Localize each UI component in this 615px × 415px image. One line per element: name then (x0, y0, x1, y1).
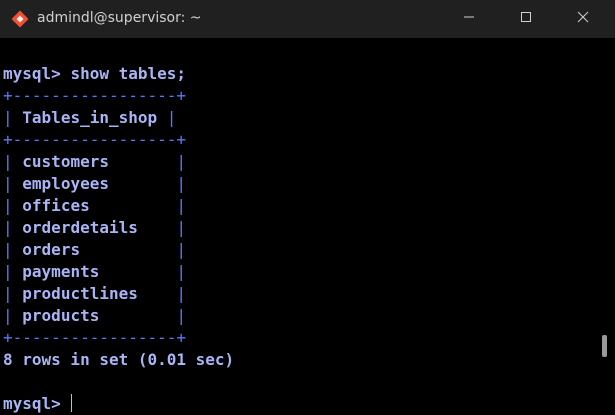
table-row: | employees | (3, 174, 187, 193)
input-line[interactable]: mysql> (3, 393, 73, 415)
table-row: | products | (3, 306, 187, 325)
title-bar[interactable]: admindl@supervisor: ~ (0, 0, 615, 38)
scrollbar-thumb[interactable] (602, 335, 607, 357)
git-bash-icon (11, 10, 29, 28)
table-row: | customers | (3, 152, 187, 171)
minimize-icon (463, 10, 475, 28)
maximize-button[interactable] (503, 0, 549, 38)
table-header-row: | Tables_in_shop | (3, 108, 177, 127)
result-summary: 8 rows in set (0.01 sec) (3, 350, 235, 369)
close-button[interactable] (560, 0, 606, 38)
table-row: | offices | (3, 196, 187, 215)
table-border-bottom: +-----------------+ (3, 328, 187, 347)
text-cursor (71, 394, 73, 412)
table-row: | orders | (3, 240, 187, 259)
window-title: admindl@supervisor: ~ (37, 10, 202, 26)
prompt: mysql> (3, 64, 61, 83)
terminal-window: admindl@supervisor: ~ mysql> show tables… (0, 0, 615, 415)
table-border-top: +-----------------+ (3, 86, 187, 105)
table-header: Tables_in_shop (22, 108, 158, 127)
prompt: mysql> (3, 394, 61, 413)
close-icon (577, 10, 589, 28)
table-border-mid: +-----------------+ (3, 130, 187, 149)
table-row: | payments | (3, 262, 187, 281)
command-text: show tables; (70, 64, 187, 83)
table-row: | productlines | (3, 284, 187, 303)
maximize-icon (520, 10, 532, 28)
command-line: mysql> show tables; (3, 63, 186, 85)
terminal-output[interactable]: mysql> show tables; +-----------------+ … (0, 38, 615, 415)
minimize-button[interactable] (446, 0, 492, 38)
table-row: | orderdetails | (3, 218, 187, 237)
